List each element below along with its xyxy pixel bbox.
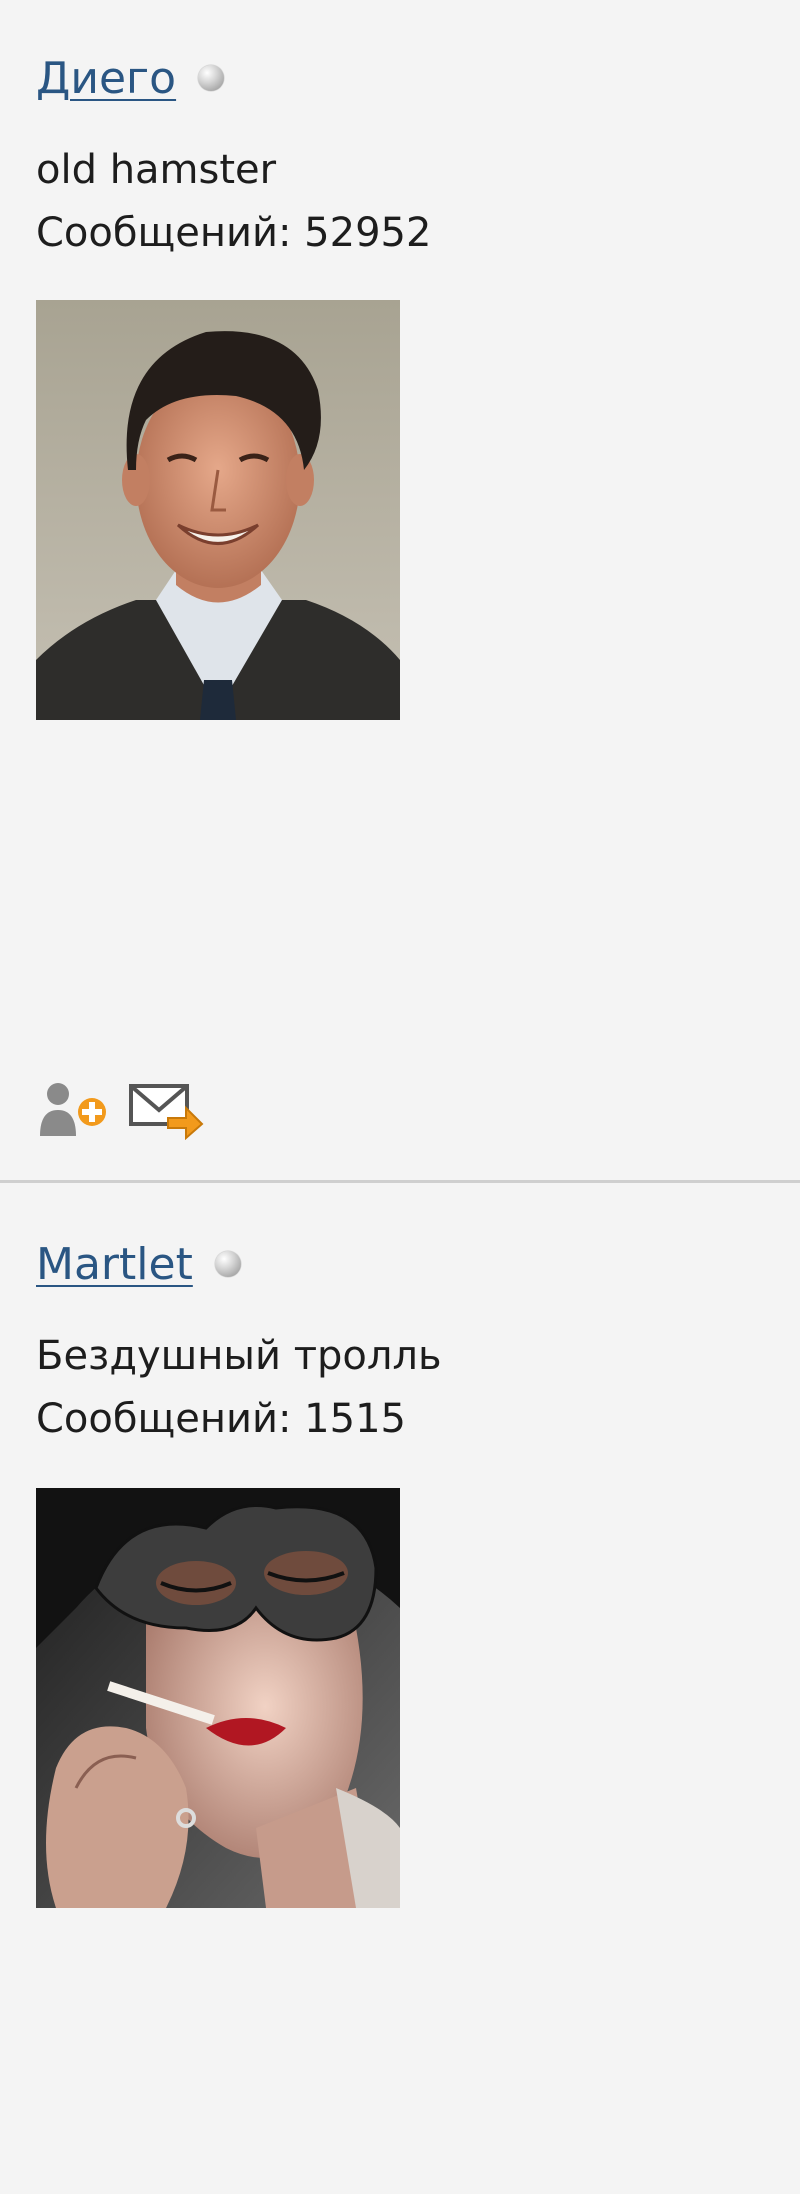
username-link[interactable]: Диего <box>36 53 176 104</box>
avatar[interactable] <box>36 300 400 720</box>
post-count-label: Сообщений: <box>36 210 292 256</box>
avatar-image <box>36 1488 400 1908</box>
user-title: Бездушный тролль <box>36 1333 442 1379</box>
post-author-block: Диего old hamster Сообщений: 52952 <box>0 0 800 1180</box>
post-count-value: 1515 <box>304 1396 406 1442</box>
add-friend-icon[interactable] <box>36 1078 112 1140</box>
post-count-label: Сообщений: <box>36 1396 292 1442</box>
post-count: Сообщений: 1515 <box>36 1394 406 1444</box>
user-title: old hamster <box>36 147 277 193</box>
post-author-block: Martlet Бездушный тролль Сообщений: 1515 <box>0 1183 800 2194</box>
username-row: Диего <box>36 48 225 108</box>
offline-status-icon <box>198 65 225 91</box>
post-count-value: 52952 <box>304 210 432 256</box>
post-count: Сообщений: 52952 <box>36 208 431 258</box>
username-row: Martlet <box>36 1234 241 1294</box>
offline-status-icon <box>214 1251 241 1277</box>
avatar-image <box>36 300 400 720</box>
user-actions <box>36 1078 204 1140</box>
username-link[interactable]: Martlet <box>36 1239 193 1290</box>
avatar[interactable] <box>36 1488 400 1908</box>
send-message-icon[interactable] <box>128 1078 204 1140</box>
